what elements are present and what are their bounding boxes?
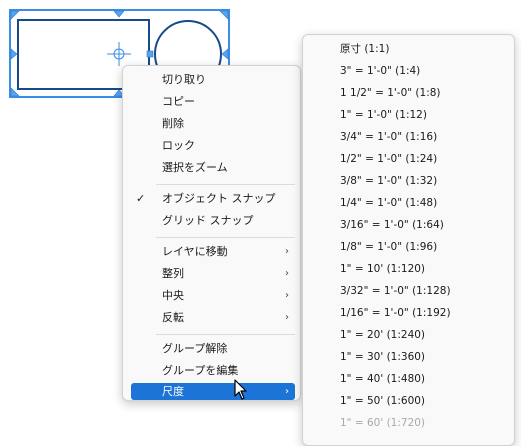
connection-handle[interactable] <box>146 50 154 58</box>
scale-option[interactable]: 1" = 60' (1:720) <box>340 413 425 433</box>
menu-item-edit-group[interactable]: グループを編集 <box>131 361 295 381</box>
scale-option[interactable]: 3/16" = 1'-0" (1:64) <box>340 215 444 235</box>
menu-separator <box>156 334 295 335</box>
menu-separator <box>156 237 295 238</box>
mouse-pointer-icon <box>234 379 247 400</box>
menu-item-label: グリッド スナップ <box>162 214 254 227</box>
menu-item-label: 反転 <box>162 311 184 324</box>
menu-item-grid-snap[interactable]: グリッド スナップ <box>131 211 295 231</box>
checkmark-icon: ✓ <box>136 192 146 205</box>
chevron-right-icon: › <box>285 246 289 257</box>
scale-option[interactable]: 1 1/2" = 1'-0" (1:8) <box>340 83 441 103</box>
menu-item-copy[interactable]: コピー <box>131 92 295 112</box>
scale-option[interactable]: 1/2" = 1'-0" (1:24) <box>340 149 437 169</box>
menu-item-lock[interactable]: ロック <box>131 136 295 156</box>
menu-separator <box>156 184 295 185</box>
menu-item-label: グループ解除 <box>162 342 228 355</box>
context-menu: 切り取り コピー 削除 ロック 選択をズーム ✓ オブジェクト スナップ グリッ… <box>122 65 301 401</box>
menu-item-label: ロック <box>162 139 195 152</box>
scale-option[interactable]: 3" = 1'-0" (1:4) <box>340 61 420 81</box>
menu-item-delete[interactable]: 削除 <box>131 114 295 134</box>
menu-item-flip[interactable]: 反転 › <box>131 308 295 328</box>
scale-option[interactable]: 1" = 40' (1:480) <box>340 369 425 389</box>
scale-option[interactable]: 1" = 1'-0" (1:12) <box>340 105 427 125</box>
menu-item-label: コピー <box>162 95 195 108</box>
scale-option[interactable]: 1/16" = 1'-0" (1:192) <box>340 303 451 323</box>
scale-option[interactable]: 1" = 30' (1:360) <box>340 347 425 367</box>
menu-item-label: 整列 <box>162 267 184 280</box>
scale-option[interactable]: 1" = 50' (1:600) <box>340 391 425 411</box>
scale-option[interactable]: 3/4" = 1'-0" (1:16) <box>340 127 437 147</box>
scale-option[interactable]: 1/8" = 1'-0" (1:96) <box>340 237 437 257</box>
menu-item-label: 削除 <box>162 117 184 130</box>
scale-option[interactable]: 1/4" = 1'-0" (1:48) <box>340 193 437 213</box>
chevron-right-icon: › <box>285 386 289 397</box>
menu-item-align[interactable]: 整列 › <box>131 264 295 284</box>
scale-option[interactable]: 1" = 20' (1:240) <box>340 325 425 345</box>
menu-item-label: 尺度 <box>162 385 184 398</box>
menu-item-label: グループを編集 <box>162 364 239 377</box>
scale-submenu: 原寸 (1:1) 3" = 1'-0" (1:4) 1 1/2" = 1'-0"… <box>302 34 515 446</box>
menu-item-label: オブジェクト スナップ <box>162 192 276 205</box>
scale-option[interactable]: 原寸 (1:1) <box>340 39 389 59</box>
menu-item-label: 切り取り <box>162 73 206 86</box>
chevron-right-icon: › <box>285 290 289 301</box>
menu-item-cut[interactable]: 切り取り <box>131 70 295 90</box>
menu-item-move-to-layer[interactable]: レイヤに移動 › <box>131 242 295 262</box>
menu-item-zoom-selection[interactable]: 選択をズーム <box>131 158 295 178</box>
chevron-right-icon: › <box>285 312 289 323</box>
menu-item-ungroup[interactable]: グループ解除 <box>131 339 295 359</box>
menu-item-object-snap[interactable]: ✓ オブジェクト スナップ <box>131 189 295 209</box>
menu-item-center[interactable]: 中央 › <box>131 286 295 306</box>
scale-option[interactable]: 3/8" = 1'-0" (1:32) <box>340 171 437 191</box>
scale-option[interactable]: 3/32" = 1'-0" (1:128) <box>340 281 451 301</box>
menu-item-scale[interactable]: 尺度 › <box>131 383 295 400</box>
chevron-right-icon: › <box>285 268 289 279</box>
menu-item-label: 選択をズーム <box>162 161 228 174</box>
scale-option[interactable]: 1" = 10' (1:120) <box>340 259 425 279</box>
menu-item-label: レイヤに移動 <box>162 245 228 258</box>
menu-item-label: 中央 <box>162 289 184 302</box>
